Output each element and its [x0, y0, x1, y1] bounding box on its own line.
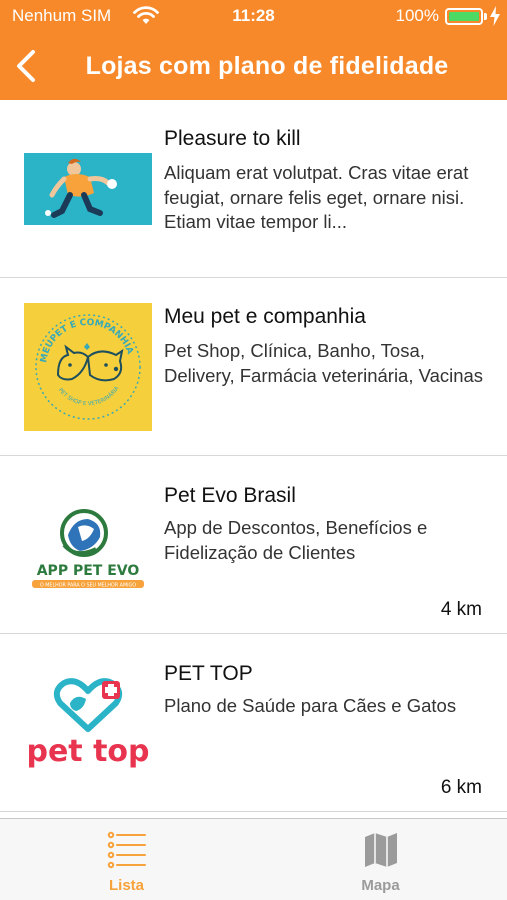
store-logo-meupet: MEUPET E COMPANHIA PET SHOP E VETERINÁRI… [24, 302, 152, 431]
store-name: Pet Evo Brasil [164, 484, 296, 507]
battery-percent: 100% [395, 6, 439, 25]
top-bar: Nenhum SIM 11:28 100% Lojas com plano de… [0, 0, 507, 100]
list-item[interactable]: MEUPET E COMPANHIA PET SHOP E VETERINÁRI… [0, 278, 507, 456]
store-description: Pet Shop, Clínica, Banho, Tosa, Delivery… [164, 340, 484, 386]
logo-text: pet top [26, 734, 149, 769]
tab-bar: Lista Mapa [0, 818, 507, 900]
logo-subtext: O MELHOR PARA O SEU MELHOR AMIGO [40, 582, 136, 588]
store-list[interactable]: Pleasure to kill Aliquam erat volutpat. … [0, 100, 507, 818]
store-logo-pettop: pet top [24, 672, 152, 773]
store-logo-petevo: APP PET EVO O MELHOR PARA O SEU MELHOR A… [24, 496, 152, 593]
page-title: Lojas com plano de fidelidade [85, 52, 449, 80]
store-description: Aliquam erat volutpat. Cras vitae erat f… [164, 162, 469, 232]
store-distance: 4 km [440, 599, 482, 620]
tab-lista[interactable]: Lista [0, 819, 253, 900]
battery-fill [449, 12, 479, 21]
tab-mapa[interactable]: Mapa [254, 819, 507, 900]
tab-label: Mapa [361, 877, 400, 894]
list-item[interactable]: Pleasure to kill Aliquam erat volutpat. … [0, 100, 507, 278]
map-icon [364, 833, 397, 867]
list-item[interactable]: APP PET EVO O MELHOR PARA O SEU MELHOR A… [0, 456, 507, 634]
store-logo-pleasure [24, 152, 152, 225]
battery-icon [445, 8, 483, 25]
status-bar: Nenhum SIM 11:28 100% [0, 0, 507, 32]
store-distance: 6 km [440, 777, 482, 798]
list-icon [107, 831, 146, 869]
charging-bolt-icon [490, 6, 500, 26]
logo-text: APP PET EVO [37, 563, 140, 579]
list-item[interactable]: pet top PET TOP Plano de Saúde para Cães… [0, 634, 507, 812]
tab-label: Lista [108, 877, 144, 894]
navigation-bar: Lojas com plano de fidelidade [0, 32, 507, 100]
store-description: App de Descontos, Benefícios e Fidelizaç… [164, 517, 428, 563]
store-name: Pleasure to kill [164, 127, 301, 150]
store-description: Plano de Saúde para Cães e Gatos [164, 695, 457, 716]
store-name: Meu pet e companhia [164, 305, 366, 328]
battery-tip [484, 13, 487, 20]
store-name: PET TOP [164, 662, 253, 685]
